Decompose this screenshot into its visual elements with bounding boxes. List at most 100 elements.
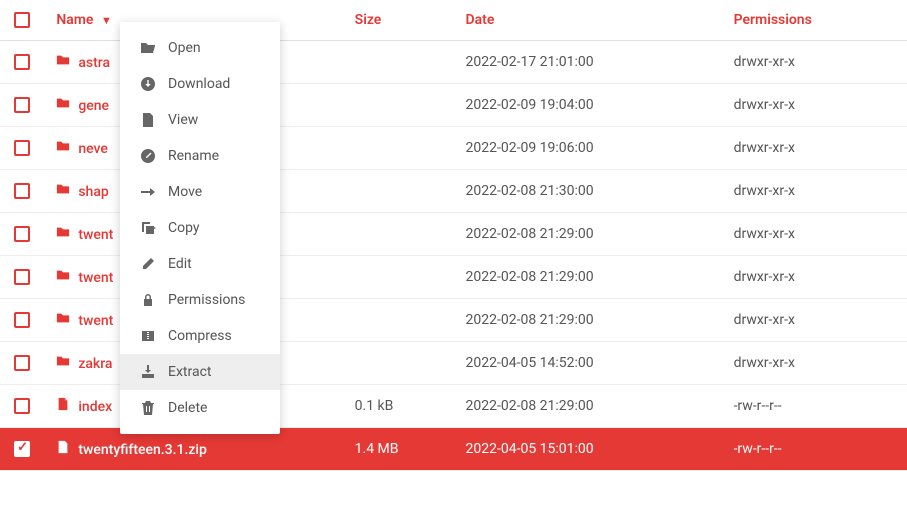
folder-icon [56, 227, 70, 243]
row-date-cell: 2022-02-08 21:29:00 [458, 256, 726, 299]
row-size-cell [347, 213, 458, 256]
row-permissions-label: drwxr-xr-x [734, 183, 795, 199]
row-date-label: 2022-02-08 21:29:00 [466, 226, 594, 242]
menu-item-label: Delete [168, 400, 207, 416]
header-date[interactable]: Date [458, 0, 726, 41]
row-checkbox-cell [0, 342, 44, 385]
row-date-label: 2022-04-05 14:52:00 [466, 355, 594, 371]
row-size-cell [347, 342, 458, 385]
row-checkbox[interactable] [14, 312, 30, 328]
row-name-label: index [78, 399, 112, 415]
header-size-label: Size [355, 12, 382, 28]
row-name-cell[interactable]: twentyfifteen.3.1.zip [44, 428, 346, 471]
row-checkbox[interactable] [14, 441, 30, 457]
header-checkbox-cell [0, 0, 44, 41]
row-size-cell [347, 41, 458, 84]
header-permissions[interactable]: Permissions [726, 0, 907, 41]
row-date-cell: 2022-02-08 21:29:00 [458, 299, 726, 342]
menu-item-compress[interactable]: Compress [120, 318, 280, 354]
sort-indicator-icon: ▼ [101, 14, 112, 27]
table-row[interactable]: twentyfifteen.3.1.zip1.4 MB2022-04-05 15… [0, 428, 907, 471]
zip-file-icon [56, 442, 70, 458]
row-date-cell: 2022-02-08 21:29:00 [458, 385, 726, 428]
row-permissions-cell: drwxr-xr-x [726, 84, 907, 127]
folder-icon [56, 313, 70, 329]
row-date-label: 2022-02-17 21:01:00 [466, 54, 594, 70]
menu-item-download[interactable]: Download [120, 66, 280, 102]
row-checkbox-cell [0, 127, 44, 170]
menu-item-view[interactable]: View [120, 102, 280, 138]
row-name-label: zakra [78, 356, 112, 372]
row-permissions-cell: -rw-r--r-- [726, 385, 907, 428]
row-permissions-cell: drwxr-xr-x [726, 342, 907, 385]
menu-item-edit[interactable]: Edit [120, 246, 280, 282]
select-all-checkbox[interactable] [14, 12, 30, 28]
row-size-cell: 0.1 kB [347, 385, 458, 428]
row-size-cell [347, 256, 458, 299]
menu-item-permissions[interactable]: Permissions [120, 282, 280, 318]
menu-item-delete[interactable]: Delete [120, 390, 280, 426]
menu-item-copy[interactable]: Copy [120, 210, 280, 246]
folder-icon [56, 141, 70, 157]
row-size-label: 0.1 kB [355, 398, 394, 414]
menu-item-move[interactable]: Move [120, 174, 280, 210]
row-date-label: 2022-02-09 19:06:00 [466, 140, 594, 156]
permissions-icon [138, 292, 158, 308]
copy-icon [138, 220, 158, 236]
row-date-cell: 2022-02-09 19:06:00 [458, 127, 726, 170]
menu-item-extract[interactable]: Extract [120, 354, 280, 390]
menu-item-open[interactable]: Open [120, 30, 280, 66]
row-date-label: 2022-02-09 19:04:00 [466, 97, 594, 113]
row-size-cell [347, 127, 458, 170]
header-size[interactable]: Size [347, 0, 458, 41]
move-icon [138, 184, 158, 200]
row-name-label: twent [78, 313, 113, 329]
menu-item-rename[interactable]: Rename [120, 138, 280, 174]
row-date-cell: 2022-02-08 21:29:00 [458, 213, 726, 256]
row-date-cell: 2022-02-09 19:04:00 [458, 84, 726, 127]
download-icon [138, 76, 158, 92]
row-checkbox-cell [0, 428, 44, 471]
row-date-label: 2022-04-05 15:01:00 [466, 441, 594, 457]
file-icon [56, 399, 70, 415]
row-size-cell [347, 84, 458, 127]
compress-icon [138, 328, 158, 344]
context-menu[interactable]: Open Download View Rename MoveCopy Edit Permis… [120, 22, 280, 434]
row-date-label: 2022-02-08 21:29:00 [466, 269, 594, 285]
row-permissions-cell: drwxr-xr-x [726, 41, 907, 84]
menu-item-label: Rename [168, 148, 219, 164]
edit-icon [138, 256, 158, 272]
row-checkbox-cell [0, 299, 44, 342]
menu-item-label: Edit [168, 256, 192, 272]
row-checkbox[interactable] [14, 398, 30, 414]
menu-item-label: View [168, 112, 198, 128]
menu-item-label: Compress [168, 328, 232, 344]
row-checkbox[interactable] [14, 97, 30, 113]
view-icon [138, 112, 158, 128]
row-date-cell: 2022-04-05 15:01:00 [458, 428, 726, 471]
row-date-label: 2022-02-08 21:29:00 [466, 398, 594, 414]
row-checkbox[interactable] [14, 226, 30, 242]
rename-icon [138, 148, 158, 164]
row-name-label: twent [78, 270, 113, 286]
menu-item-label: Permissions [168, 292, 245, 308]
open-icon [138, 40, 158, 56]
row-checkbox[interactable] [14, 54, 30, 70]
row-permissions-label: drwxr-xr-x [734, 140, 795, 156]
row-permissions-cell: drwxr-xr-x [726, 256, 907, 299]
header-name-label: Name [56, 12, 93, 28]
row-checkbox[interactable] [14, 355, 30, 371]
row-size-cell [347, 170, 458, 213]
row-name-label: neve [78, 141, 108, 157]
row-checkbox[interactable] [14, 183, 30, 199]
row-checkbox[interactable] [14, 269, 30, 285]
row-permissions-label: drwxr-xr-x [734, 355, 795, 371]
header-date-label: Date [466, 12, 495, 28]
row-checkbox-cell [0, 385, 44, 428]
row-permissions-label: -rw-r--r-- [734, 441, 782, 457]
row-permissions-cell: drwxr-xr-x [726, 213, 907, 256]
menu-item-label: Download [168, 76, 230, 92]
row-checkbox-cell [0, 84, 44, 127]
row-checkbox[interactable] [14, 140, 30, 156]
row-name-label: shap [78, 184, 108, 200]
